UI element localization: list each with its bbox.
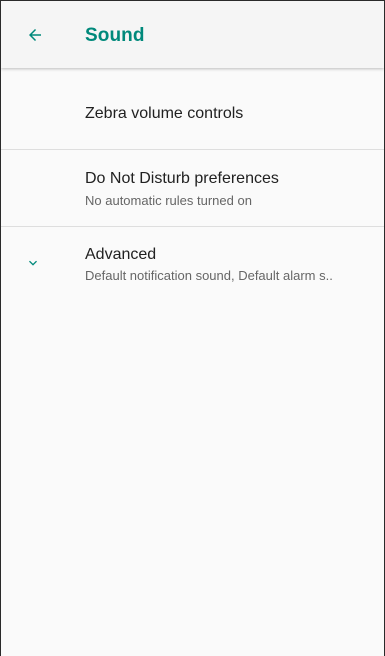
list-item-advanced[interactable]: Advanced Default notification sound, Def… (1, 227, 384, 299)
list-item-title: Zebra volume controls (85, 105, 244, 122)
chevron-down-icon (29, 260, 37, 266)
list-item-title: Do Not Disturb preferences (85, 170, 279, 187)
back-button[interactable] (21, 21, 49, 49)
list-item-title: Advanced (85, 246, 157, 263)
arrow-back-icon (29, 29, 41, 41)
list-item-summary: Default notification sound, Default alar… (85, 268, 333, 283)
page-title: Sound (85, 25, 145, 46)
app-bar: Sound (1, 1, 384, 68)
settings-list: Zebra volume controls Do Not Disturb pre… (1, 68, 384, 299)
list-item-do-not-disturb[interactable]: Do Not Disturb preferences No automatic … (1, 150, 384, 227)
settings-screen: Sound Zebra volume controls Do Not Distu… (0, 0, 385, 656)
list-item-summary: No automatic rules turned on (85, 193, 252, 208)
list-item-zebra-volume-controls[interactable]: Zebra volume controls (1, 68, 384, 150)
